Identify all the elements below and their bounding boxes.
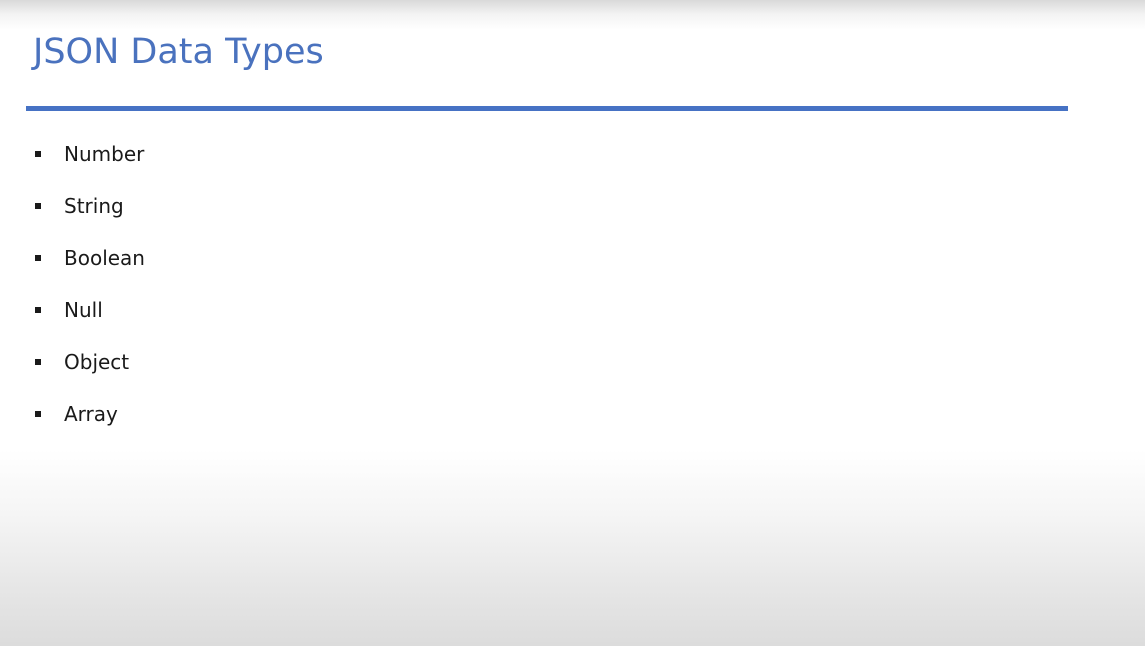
- bullet-label: Null: [64, 298, 103, 322]
- square-bullet-icon: [35, 307, 41, 313]
- bullet-item-object: Object: [0, 336, 600, 388]
- square-bullet-icon: [35, 255, 41, 261]
- bullet-label: Object: [64, 350, 130, 374]
- square-bullet-icon: [35, 411, 41, 417]
- bullet-label: Array: [64, 402, 118, 426]
- slide-title: JSON Data Types: [33, 32, 324, 72]
- bullet-item-boolean: Boolean: [0, 232, 600, 284]
- bullet-label: Number: [64, 142, 145, 166]
- square-bullet-icon: [35, 151, 41, 157]
- title-divider: [26, 106, 1068, 111]
- bullet-item-null: Null: [0, 284, 600, 336]
- bullet-item-string: String: [0, 180, 600, 232]
- square-bullet-icon: [35, 203, 41, 209]
- bullet-item-number: Number: [0, 128, 600, 180]
- bullet-label: String: [64, 194, 124, 218]
- square-bullet-icon: [35, 359, 41, 365]
- bullet-label: Boolean: [64, 246, 145, 270]
- bullet-list: Number String Boolean Null Object Array: [0, 128, 600, 440]
- bullet-item-array: Array: [0, 388, 600, 440]
